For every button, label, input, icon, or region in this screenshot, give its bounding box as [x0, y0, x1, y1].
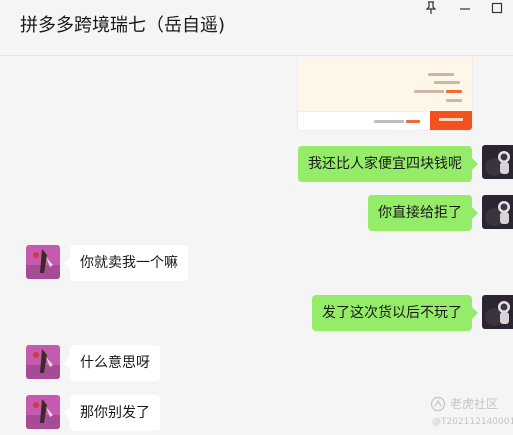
watermark-id: @T202112140001 — [432, 417, 513, 427]
screenshot-pay-button — [430, 111, 472, 130]
screenshot-body — [298, 57, 472, 111]
screenshot-detail-line — [434, 81, 460, 84]
chat-header: 拼多多跨境瑞七（岳自遥) — [0, 0, 513, 56]
order-screenshot-image[interactable] — [298, 57, 472, 130]
watermark: 老虎社区 @T202112140001 — [430, 396, 513, 432]
avatar-self[interactable] — [482, 195, 513, 229]
screenshot-total-price — [406, 120, 420, 123]
message-bubble-incoming[interactable]: 你就卖我一个嘛 — [64, 245, 188, 281]
screenshot-total-line — [374, 120, 404, 123]
watermark-brand: 老虎社区 — [450, 397, 499, 411]
maximize-icon[interactable] — [486, 0, 508, 16]
avatar-contact[interactable] — [26, 395, 60, 429]
pin-icon[interactable] — [420, 0, 442, 16]
avatar-contact[interactable] — [26, 345, 60, 379]
screenshot-detail-line — [414, 90, 444, 93]
message-bubble-outgoing[interactable]: 我还比人家便宜四块钱呢 — [298, 146, 478, 182]
screenshot-price-line — [446, 90, 462, 93]
avatar-self[interactable] — [482, 295, 513, 329]
message-bubble-incoming[interactable]: 那你别发了 — [64, 395, 160, 431]
message-bubble-incoming[interactable]: 什么意思呀 — [64, 345, 160, 381]
message-bubble-outgoing[interactable]: 你直接给拒了 — [368, 195, 478, 231]
chat-title: 拼多多跨境瑞七（岳自遥) — [20, 15, 226, 36]
minimize-icon[interactable] — [454, 0, 476, 16]
screenshot-detail-line — [446, 99, 462, 102]
message-bubble-outgoing[interactable]: 发了这次货以后不玩了 — [312, 295, 478, 331]
message-list[interactable]: 我还比人家便宜四块钱呢 你直接给拒了 你就卖我一个嘛 发了这次货以后不玩了 什么… — [0, 57, 513, 435]
screenshot-detail-line — [428, 73, 454, 76]
avatar-self[interactable] — [482, 145, 513, 179]
tiger-logo-icon — [430, 396, 446, 416]
avatar-contact[interactable] — [26, 245, 60, 279]
